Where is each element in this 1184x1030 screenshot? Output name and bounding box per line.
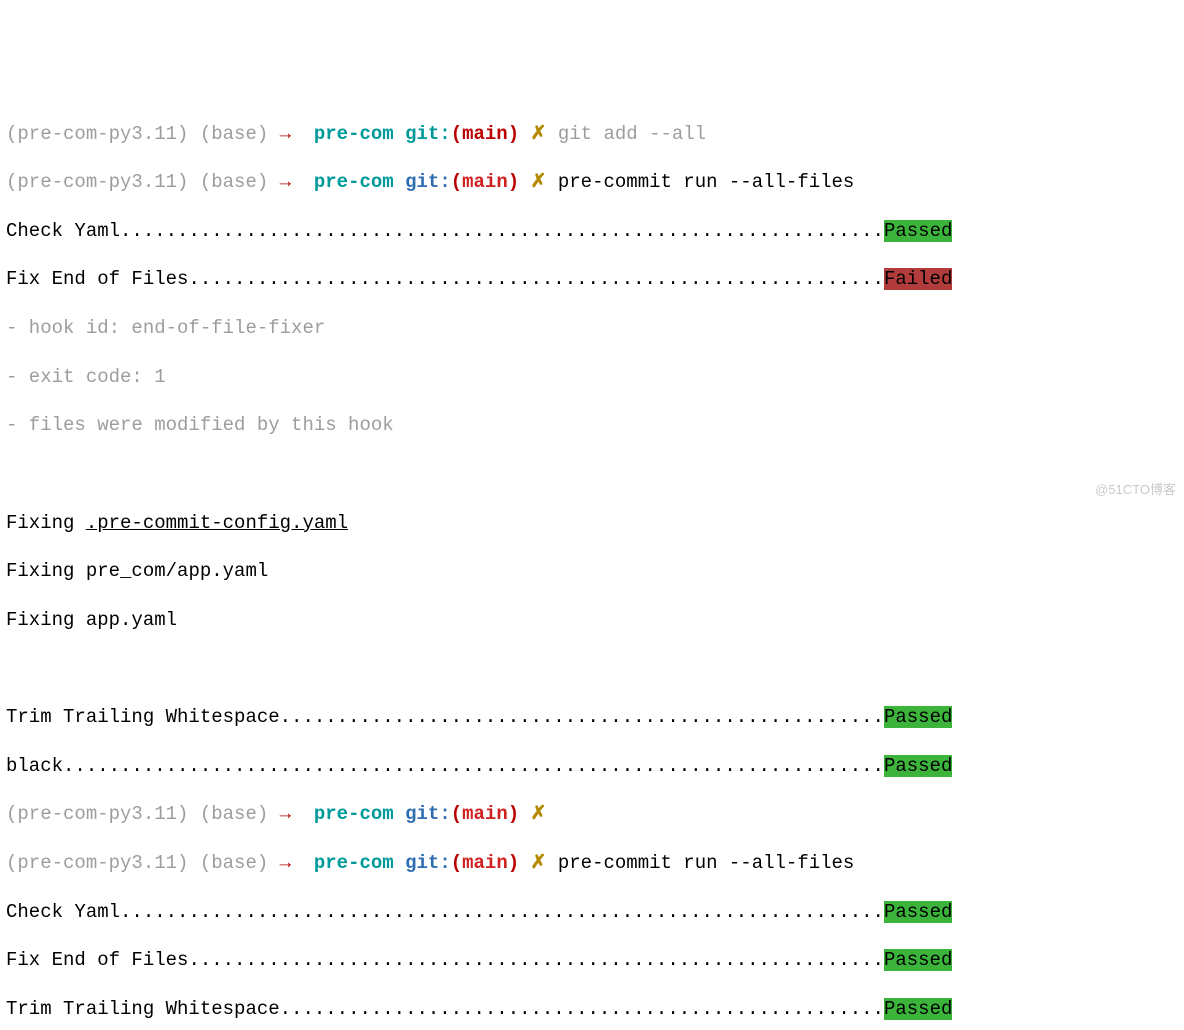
fixing-line-1: Fixing .pre-commit-config.yaml — [6, 511, 1178, 535]
git-branch: main — [462, 171, 508, 193]
prompt-line-2: (pre-com-py3.11) (base) → pre-com git:(m… — [6, 802, 1178, 826]
hook-name: Fix End of Files — [6, 268, 188, 290]
status-passed: Passed — [884, 998, 952, 1020]
arrow-icon: → — [280, 123, 291, 145]
hook-line-eof: Fix End of Files........................… — [6, 267, 1178, 291]
hook-line-check-yaml-2: Check Yaml..............................… — [6, 900, 1178, 924]
hook-line-eof-2: Fix End of Files........................… — [6, 948, 1178, 972]
hook-name: Check Yaml — [6, 220, 120, 242]
prompt-dir: pre-com git: — [314, 123, 451, 145]
paren-open: ( — [451, 171, 462, 193]
prompt-env: (pre-com-py3.11) (base) — [6, 123, 268, 145]
hook-name: Trim Trailing Whitespace — [6, 998, 280, 1020]
git-branch: main — [462, 803, 508, 825]
dirty-icon: ✗ — [531, 852, 547, 874]
status-passed: Passed — [884, 220, 952, 242]
hook-name: black — [6, 755, 63, 777]
arrow-icon: → — [280, 852, 291, 874]
prompt-line-3: (pre-com-py3.11) (base) → pre-com git:(m… — [6, 851, 1178, 875]
status-passed: Passed — [884, 755, 952, 777]
hook-name: Trim Trailing Whitespace — [6, 706, 280, 728]
dots: ........................................… — [280, 998, 884, 1020]
git-label: git: — [405, 803, 451, 825]
prompt-dir: pre-com — [314, 803, 394, 825]
hook-name: Check Yaml — [6, 901, 120, 923]
dirty-icon: ✗ — [531, 123, 547, 145]
git-branch: main — [462, 852, 508, 874]
prompt-dir: pre-com — [314, 852, 394, 874]
paren-open: ( — [451, 803, 462, 825]
blank-line — [6, 656, 1178, 680]
command-text: pre-commit run --all-files — [558, 171, 854, 193]
dirty-icon: ✗ — [531, 803, 547, 825]
fixing-line-3: Fixing app.yaml — [6, 608, 1178, 632]
status-passed: Passed — [884, 901, 952, 923]
prompt-env: (pre-com-py3.11) (base) — [6, 852, 268, 874]
prompt-dir: pre-com — [314, 171, 394, 193]
top-cut-line: (pre-com-py3.11) (base) → pre-com git:(m… — [6, 122, 1178, 146]
command-text: pre-commit run --all-files — [558, 852, 854, 874]
prompt-env: (pre-com-py3.11) (base) — [6, 171, 268, 193]
hook-name: Fix End of Files — [6, 949, 188, 971]
hook-line-trim-2: Trim Trailing Whitespace................… — [6, 997, 1178, 1021]
hook-line-check-yaml: Check Yaml..............................… — [6, 219, 1178, 243]
fixing-prefix: Fixing — [6, 560, 86, 582]
paren-close: ) — [508, 803, 519, 825]
hook-line-trim: Trim Trailing Whitespace................… — [6, 705, 1178, 729]
watermark: @51CTO博客 — [1095, 482, 1176, 499]
arrow-icon: → — [280, 803, 291, 825]
paren-open: ( — [451, 852, 462, 874]
dots: ........................................… — [63, 755, 884, 777]
prompt-env: (pre-com-py3.11) (base) — [6, 803, 268, 825]
dots: ........................................… — [280, 706, 884, 728]
status-failed: Failed — [884, 268, 952, 290]
fixing-line-2: Fixing pre_com/app.yaml — [6, 559, 1178, 583]
dots: ........................................… — [188, 268, 884, 290]
blank-line — [6, 462, 1178, 486]
fixing-file: app.yaml — [86, 609, 177, 631]
status-passed: Passed — [884, 949, 952, 971]
prompt-line-1: (pre-com-py3.11) (base) → pre-com git:(m… — [6, 170, 1178, 194]
dirty-icon: ✗ — [531, 171, 547, 193]
detail-hook-id: - hook id: end-of-file-fixer — [6, 316, 1178, 340]
git-label: git: — [405, 852, 451, 874]
paren-close: ) — [508, 171, 519, 193]
dots: ........................................… — [120, 901, 884, 923]
detail-modified: - files were modified by this hook — [6, 413, 1178, 437]
detail-exit-code: - exit code: 1 — [6, 365, 1178, 389]
fixing-prefix: Fixing — [6, 609, 86, 631]
arrow-icon: → — [280, 171, 291, 193]
cmd-frag: git add --all — [558, 123, 706, 145]
status-passed: Passed — [884, 706, 952, 728]
paren-close: ) — [508, 852, 519, 874]
fixing-file: pre_com/app.yaml — [86, 560, 268, 582]
hook-line-black: black...................................… — [6, 754, 1178, 778]
dots: ........................................… — [120, 220, 884, 242]
git-main: (main) — [451, 123, 519, 145]
dots: ........................................… — [188, 949, 884, 971]
git-label: git: — [405, 171, 451, 193]
terminal-output[interactable]: (pre-com-py3.11) (base) → pre-com git:(m… — [6, 97, 1178, 1030]
